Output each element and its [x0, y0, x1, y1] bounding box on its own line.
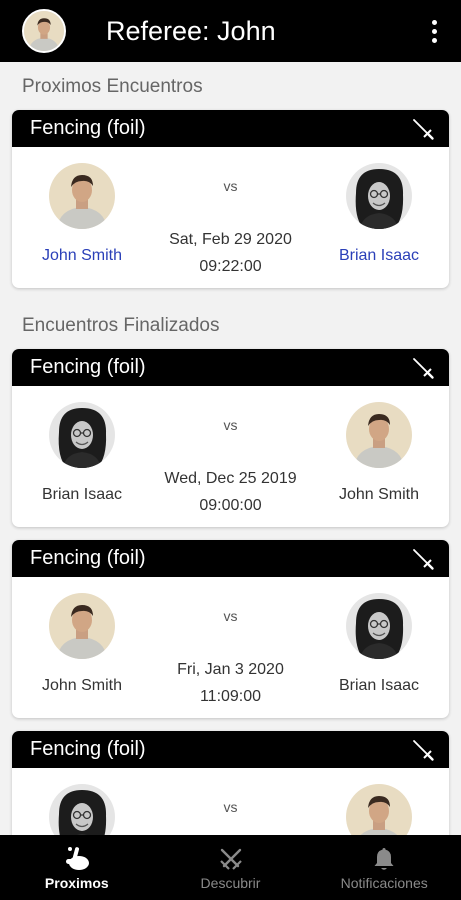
- nav-label: Proximos: [44, 874, 109, 891]
- section-title-finished: Encuentros Finalizados: [22, 315, 220, 336]
- player-name: Brian Isaac: [338, 677, 420, 694]
- card-header: Fencing (foil): [12, 110, 449, 147]
- bottom-navigation: Proximos Descubrir Notificaciones: [0, 835, 461, 900]
- more-menu-icon[interactable]: [419, 11, 449, 51]
- app-bar: Referee: John: [0, 0, 461, 62]
- crossed-swords-icon: [219, 848, 242, 870]
- player-name: John Smith: [338, 486, 420, 503]
- player-photo: [49, 402, 115, 468]
- player-photo: [49, 593, 115, 659]
- player-right[interactable]: [319, 784, 439, 835]
- fencing-icon: [411, 547, 435, 571]
- fencing-icon: [411, 356, 435, 380]
- nav-item-descubrir[interactable]: Descubrir: [154, 835, 308, 900]
- fencing-icon: [411, 117, 435, 141]
- page-title: Referee: John: [106, 15, 276, 46]
- player-photo: [346, 402, 412, 468]
- match-card[interactable]: Fencing (foil) John Smith vs Sat, Feb 29…: [12, 110, 449, 288]
- nav-item-proximos[interactable]: Proximos: [0, 835, 154, 900]
- avatar[interactable]: [22, 9, 66, 53]
- card-header: Fencing (foil): [12, 349, 449, 386]
- match-card[interactable]: Fencing (foil) Brian Isaac vs Wed, Dec 2…: [12, 349, 449, 527]
- player-photo: [49, 163, 115, 229]
- user-avatar-image: [24, 11, 64, 51]
- fencing-icon: [411, 738, 435, 762]
- player-photo: [346, 593, 412, 659]
- main-content[interactable]: Proximos Encuentros Fencing (foil) John …: [0, 62, 461, 835]
- nav-label: Descubrir: [200, 874, 261, 891]
- sport-label: Fencing (foil): [30, 547, 146, 569]
- sport-label: Fencing (foil): [30, 117, 146, 139]
- player-name-link[interactable]: Brian Isaac: [339, 247, 419, 265]
- sport-label: Fencing (foil): [30, 738, 146, 760]
- section-title-upcoming: Proximos Encuentros: [22, 76, 203, 97]
- card-header: Fencing (foil): [12, 731, 449, 768]
- player-right[interactable]: Brian Isaac: [319, 163, 439, 265]
- nav-item-notificaciones[interactable]: Notificaciones: [307, 835, 461, 900]
- nav-label: Notificaciones: [340, 874, 428, 891]
- match-card[interactable]: Fencing (foil) John Smith vs Fri, Jan 3 …: [12, 540, 449, 718]
- player-right[interactable]: John Smith: [319, 402, 439, 504]
- player-right[interactable]: Brian Isaac: [319, 593, 439, 695]
- player-photo: [346, 163, 412, 229]
- hand-pointer-icon: [65, 846, 89, 870]
- player-photo: [346, 784, 412, 835]
- bell-icon: [374, 847, 394, 870]
- card-header: Fencing (foil): [12, 540, 449, 577]
- sport-label: Fencing (foil): [30, 356, 146, 378]
- match-card[interactable]: Fencing (foil) vs: [12, 731, 449, 835]
